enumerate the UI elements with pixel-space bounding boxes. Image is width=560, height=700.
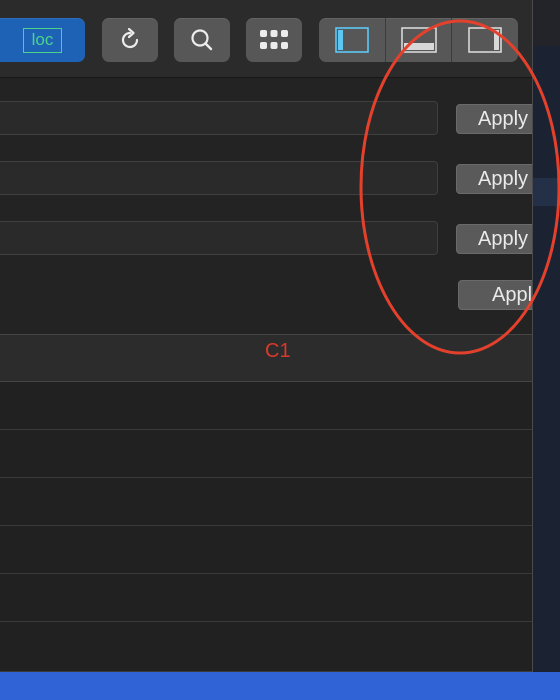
apply-button-2[interactable]: Apply xyxy=(456,164,532,194)
app-window: loc Apply Apply Apply Appl C1 xyxy=(0,0,533,700)
toggle-bottom-panel-button[interactable] xyxy=(386,18,453,62)
sidebar-right-icon xyxy=(468,27,502,53)
sidebar-left-icon xyxy=(335,27,369,53)
table-header: C1 xyxy=(0,334,532,382)
selection-bar[interactable] xyxy=(0,672,560,700)
panel-bottom-icon xyxy=(400,27,437,53)
table-row[interactable] xyxy=(0,382,532,430)
toolbar: loc xyxy=(0,0,532,78)
reload-button[interactable] xyxy=(102,18,158,62)
text-field-3[interactable] xyxy=(0,221,438,255)
panel-toggle-group xyxy=(319,18,518,62)
toggle-right-panel-button[interactable] xyxy=(452,18,518,62)
location-button[interactable]: loc xyxy=(0,18,85,62)
apps-grid-button[interactable] xyxy=(246,18,302,62)
reload-icon xyxy=(121,27,139,49)
background-strip-top xyxy=(533,0,560,46)
table-row[interactable] xyxy=(0,526,532,574)
background-strip-mid xyxy=(533,178,560,206)
apply-button-1[interactable]: Apply xyxy=(456,104,532,134)
table-row[interactable] xyxy=(0,430,532,478)
text-field-1[interactable] xyxy=(0,101,438,135)
toggle-left-panel-button[interactable] xyxy=(319,18,386,62)
text-field-2[interactable] xyxy=(0,161,438,195)
search-icon xyxy=(191,29,213,51)
apply-button-3[interactable]: Apply xyxy=(456,224,532,254)
apply-button-4[interactable]: Apply xyxy=(458,280,532,310)
screen: loc Apply Apply Apply Appl C1 xyxy=(0,0,560,700)
search-button[interactable] xyxy=(174,18,230,62)
column-header-c1[interactable]: C1 xyxy=(265,340,291,363)
grid-icon xyxy=(260,30,288,49)
background-outside-window xyxy=(533,0,560,700)
table-row[interactable] xyxy=(0,622,532,672)
table-row[interactable] xyxy=(0,478,532,526)
location-badge: loc xyxy=(22,27,63,53)
table-row[interactable] xyxy=(0,574,532,622)
